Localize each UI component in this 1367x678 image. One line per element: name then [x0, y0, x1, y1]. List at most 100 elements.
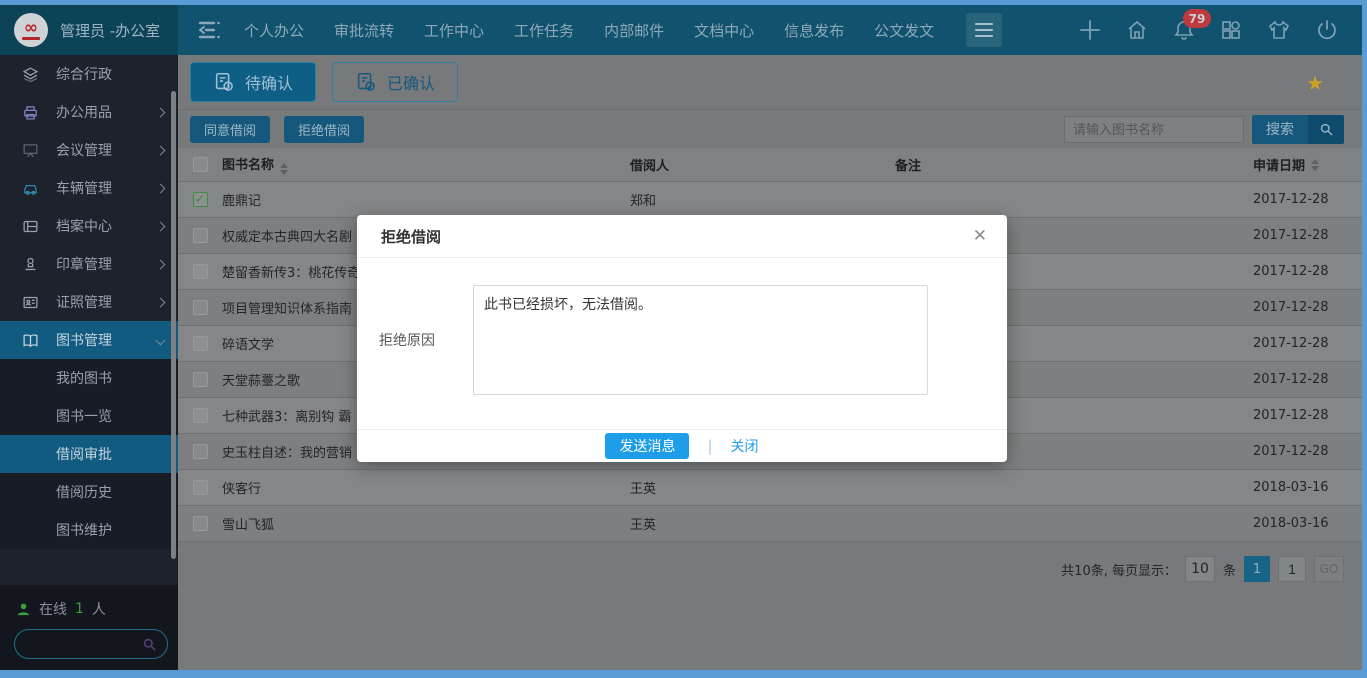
- current-page-button[interactable]: 1: [1244, 556, 1270, 582]
- close-link[interactable]: 关闭: [731, 436, 759, 456]
- table-row: 雪山飞狐 王英 2018-03-16: [178, 506, 1362, 542]
- app-logo: ∞: [14, 13, 48, 47]
- sidebar-item-archive-center[interactable]: 档案中心: [0, 207, 178, 245]
- row-checkbox[interactable]: [193, 408, 208, 423]
- online-count: 1: [75, 601, 84, 617]
- topbar: ∞ 管理员 -办公室 个人办公 审批流转 工作中心 工作任务 内部邮件 文档中心…: [0, 5, 1367, 55]
- reject-borrow-button[interactable]: 拒绝借阅: [284, 116, 364, 143]
- table-header: 图书名称 借阅人 备注 申请日期: [178, 148, 1362, 182]
- chevron-right-icon: [156, 183, 166, 193]
- row-checkbox[interactable]: [193, 372, 208, 387]
- online-status: 在线 1 人: [16, 599, 168, 619]
- row-checkbox[interactable]: [193, 336, 208, 351]
- window-frame-bottom: [0, 670, 1367, 678]
- select-all-checkbox[interactable]: [193, 157, 208, 172]
- apps-grid-icon[interactable]: [1219, 18, 1243, 42]
- sidebar-search-box: [14, 629, 168, 659]
- sidebar-item-meeting-mgmt[interactable]: 会议管理: [0, 131, 178, 169]
- add-icon[interactable]: [1078, 18, 1102, 42]
- search-icon: [1308, 115, 1344, 144]
- nav-info-publish[interactable]: 信息发布: [784, 20, 844, 41]
- row-checkbox[interactable]: [193, 480, 208, 495]
- theme-shirt-icon[interactable]: [1266, 18, 1292, 42]
- id-card-icon: [22, 294, 40, 311]
- approve-borrow-button[interactable]: 同意借阅: [190, 116, 270, 143]
- sidebar-scrollbar[interactable]: [171, 91, 176, 559]
- sort-icon[interactable]: [1311, 159, 1319, 171]
- row-checkbox[interactable]: [193, 444, 208, 459]
- printer-icon: [22, 104, 40, 121]
- window-frame-top: [0, 0, 1367, 5]
- nav-personal-office[interactable]: 个人办公: [244, 20, 304, 41]
- layers-icon: [22, 66, 40, 83]
- more-menu-icon[interactable]: [966, 13, 1002, 47]
- sidebar-item-vehicle-mgmt[interactable]: 车辆管理: [0, 169, 178, 207]
- modal-footer: 发送消息 | 关闭: [357, 429, 1007, 461]
- reject-reason-textarea[interactable]: 此书已经损坏，无法借阅。: [473, 285, 928, 395]
- page-go-button[interactable]: GO: [1314, 556, 1344, 582]
- book-name-search-input[interactable]: [1064, 116, 1244, 143]
- doc-clock-icon: [213, 71, 235, 93]
- submenu-my-books[interactable]: 我的图书: [0, 359, 178, 397]
- chevron-right-icon: [156, 259, 166, 269]
- notifications-bell-icon[interactable]: 79: [1172, 18, 1196, 42]
- submenu-book-maintenance[interactable]: 图书维护: [0, 511, 178, 549]
- chevron-right-icon: [156, 145, 166, 155]
- search-button[interactable]: 搜索: [1252, 115, 1344, 144]
- chevron-down-icon: [156, 335, 166, 345]
- sidebar-item-office-supplies[interactable]: 办公用品: [0, 93, 178, 131]
- row-checkbox[interactable]: [193, 264, 208, 279]
- close-icon[interactable]: ✕: [973, 226, 987, 246]
- nav-internal-mail[interactable]: 内部邮件: [604, 20, 664, 41]
- nav-work-tasks[interactable]: 工作任务: [514, 20, 574, 41]
- tab-confirmed[interactable]: 已确认: [332, 62, 458, 102]
- admin-account-label: 管理员 -办公室: [60, 20, 160, 41]
- modal-header: 拒绝借阅 ✕: [357, 215, 1007, 258]
- car-icon: [22, 180, 40, 197]
- nav-document-center[interactable]: 文档中心: [694, 20, 754, 41]
- power-logout-icon[interactable]: [1315, 18, 1339, 42]
- sidebar-item-license-mgmt[interactable]: 证照管理: [0, 283, 178, 321]
- sort-icon[interactable]: [280, 163, 288, 175]
- search-icon[interactable]: [142, 637, 157, 652]
- row-checkbox[interactable]: [193, 228, 208, 243]
- doc-check-icon: [355, 71, 377, 93]
- favorite-star-icon[interactable]: ★: [1306, 71, 1324, 95]
- nav-approval-flow[interactable]: 审批流转: [334, 20, 394, 41]
- topbar-icons: 79: [1078, 18, 1339, 42]
- reject-borrow-modal: 拒绝借阅 ✕ 拒绝原因 此书已经损坏，无法借阅。 发送消息 | 关闭: [357, 215, 1007, 462]
- table-search: 搜索: [1064, 115, 1344, 144]
- archive-icon: [22, 218, 40, 235]
- modal-body: 拒绝原因 此书已经损坏，无法借阅。: [357, 258, 1007, 429]
- submenu-borrow-approval[interactable]: 借阅审批: [0, 435, 178, 473]
- sidebar-item-seal-mgmt[interactable]: 印章管理: [0, 245, 178, 283]
- sidebar-search-input[interactable]: [15, 637, 142, 652]
- page-jump-input[interactable]: [1278, 556, 1306, 582]
- window-frame-right: [1362, 0, 1367, 678]
- meeting-screen-icon: [22, 142, 40, 159]
- stamp-icon: [22, 256, 40, 273]
- logo-block: ∞ 管理员 -办公室: [0, 5, 178, 55]
- page-size-select[interactable]: 10: [1185, 556, 1215, 582]
- tab-pending-confirm[interactable]: 待确认: [190, 62, 316, 102]
- book-mgmt-submenu: 我的图书 图书一览 借阅审批 借阅历史 图书维护: [0, 359, 178, 549]
- page-size-unit: 条: [1223, 560, 1236, 579]
- send-message-button[interactable]: 发送消息: [605, 433, 689, 459]
- submenu-book-list[interactable]: 图书一览: [0, 397, 178, 435]
- row-checkbox[interactable]: [193, 516, 208, 531]
- column-header-borrower: 借阅人: [630, 155, 895, 174]
- sidebar-collapse-icon[interactable]: [196, 19, 222, 41]
- sidebar-item-general-admin[interactable]: 综合行政: [0, 55, 178, 93]
- sidebar-item-book-mgmt[interactable]: 图书管理: [0, 321, 178, 359]
- submenu-borrow-history[interactable]: 借阅历史: [0, 473, 178, 511]
- nav-work-center[interactable]: 工作中心: [424, 20, 484, 41]
- nav-official-dispatch[interactable]: 公文发文: [874, 20, 934, 41]
- column-header-book-name[interactable]: 图书名称: [222, 154, 630, 175]
- modal-title: 拒绝借阅: [381, 226, 441, 247]
- pagination: 共10条, 每页显示： 10 条 1 GO: [178, 542, 1362, 582]
- home-icon[interactable]: [1125, 18, 1149, 42]
- row-checkbox[interactable]: [193, 300, 208, 315]
- row-checkbox[interactable]: ✓: [193, 192, 208, 207]
- column-header-date[interactable]: 申请日期: [1253, 155, 1362, 174]
- main-nav: 个人办公 审批流转 工作中心 工作任务 内部邮件 文档中心 信息发布 公文发文: [244, 20, 934, 41]
